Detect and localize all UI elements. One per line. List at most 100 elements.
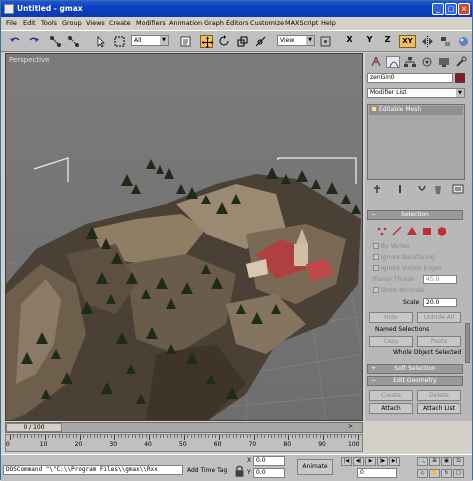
- time-slider-thumb[interactable]: 0 / 100: [6, 423, 62, 432]
- select-and-link-icon[interactable]: [49, 35, 62, 48]
- y-coord-field[interactable]: 0.0: [253, 468, 285, 478]
- restrict-x-button[interactable]: X: [343, 35, 356, 48]
- menu-help[interactable]: Help: [321, 19, 336, 27]
- display-tab-icon[interactable]: [437, 56, 451, 68]
- zoom-extents-icon[interactable]: ▣: [441, 457, 452, 466]
- menu-maxscript[interactable]: MAXScript: [285, 19, 318, 27]
- x-coord-field[interactable]: 0.0: [253, 456, 285, 466]
- viewport-label[interactable]: Perspective: [9, 56, 50, 64]
- ignore-visible-edges-checkbox[interactable]: Ignore Visible Edges: [373, 265, 442, 272]
- select-and-rotate-icon[interactable]: [218, 35, 231, 48]
- modify-tab-icon[interactable]: [386, 56, 400, 68]
- select-region-icon[interactable]: [113, 35, 126, 48]
- menu-animation[interactable]: Animation: [169, 19, 202, 27]
- select-and-scale-icon[interactable]: [236, 35, 249, 48]
- previous-frame-icon[interactable]: ◀|: [353, 457, 364, 466]
- face-level-icon[interactable]: [405, 225, 419, 237]
- select-and-move-icon[interactable]: [200, 35, 214, 49]
- planar-thresh-spinner[interactable]: 45.0: [423, 275, 457, 284]
- select-object-icon[interactable]: [95, 35, 108, 48]
- time-slider[interactable]: 0 / 100 >: [5, 422, 363, 433]
- hide-button[interactable]: Hide: [369, 312, 413, 323]
- object-name-field[interactable]: zenGin0: [367, 73, 453, 83]
- scale-spinner[interactable]: 20.0: [423, 298, 457, 307]
- pivot-center-icon[interactable]: [319, 35, 332, 48]
- maximize-button[interactable]: □: [445, 3, 457, 15]
- attach-button[interactable]: Attach: [369, 403, 413, 414]
- close-button[interactable]: ×: [458, 3, 470, 15]
- delete-button[interactable]: Delete: [417, 390, 461, 401]
- show-end-result-icon[interactable]: [393, 183, 407, 195]
- select-and-manipulate-icon[interactable]: [254, 35, 267, 48]
- polygon-level-icon[interactable]: [420, 225, 434, 237]
- vertex-level-icon[interactable]: [375, 225, 389, 237]
- make-unique-icon[interactable]: [415, 183, 429, 195]
- create-tab-icon[interactable]: [369, 56, 383, 68]
- menu-group[interactable]: Group: [62, 19, 82, 27]
- zoom-all-icon[interactable]: ⊞: [429, 457, 440, 466]
- track-bar[interactable]: 0 10 20 30 40 50 60 70 80 90 100: [5, 434, 363, 452]
- mirror-icon[interactable]: [421, 35, 434, 48]
- paste-button[interactable]: Paste: [417, 336, 461, 347]
- ignore-backfacing-checkbox[interactable]: Ignore Backfacing: [373, 254, 435, 261]
- next-frame-icon[interactable]: >: [348, 423, 353, 430]
- restrict-y-button[interactable]: Y: [363, 35, 376, 48]
- menu-edit[interactable]: Edit: [23, 19, 36, 27]
- go-to-start-icon[interactable]: |◀: [341, 457, 352, 466]
- add-time-tag-label[interactable]: Add Time Tag: [187, 467, 227, 474]
- hierarchy-tab-icon[interactable]: [403, 56, 417, 68]
- animate-button[interactable]: Animate: [297, 459, 333, 475]
- minimize-button[interactable]: _: [432, 3, 444, 15]
- lock-selection-icon[interactable]: [233, 465, 244, 477]
- by-vertex-checkbox[interactable]: By Vertex: [373, 243, 410, 250]
- field-of-view-icon[interactable]: ◇: [417, 469, 428, 478]
- show-normals-checkbox[interactable]: Show Normals: [373, 287, 424, 294]
- attach-list-button[interactable]: Attach List: [417, 403, 461, 414]
- unhide-all-button[interactable]: Unhide All: [417, 312, 461, 323]
- object-color-swatch[interactable]: [455, 73, 465, 83]
- menu-graph-editors[interactable]: Graph Editors: [204, 19, 249, 27]
- align-icon[interactable]: [439, 35, 452, 48]
- menu-customize[interactable]: Customize: [250, 19, 284, 27]
- go-to-end-icon[interactable]: ▶|: [389, 457, 400, 466]
- maxscript-listener-field[interactable]: DOSCommand "\"C:\\Program Files\\gmax\\R…: [3, 465, 183, 475]
- edge-level-icon[interactable]: [390, 225, 404, 237]
- pan-icon[interactable]: ✋: [429, 469, 440, 478]
- edit-geometry-rollout-header[interactable]: − Edit Geometry: [367, 376, 463, 386]
- current-frame-field[interactable]: 0: [357, 468, 397, 478]
- perspective-viewport[interactable]: Perspective: [5, 53, 363, 421]
- modifier-list-dropdown[interactable]: Modifier List ▼: [367, 88, 465, 98]
- zoom-icon[interactable]: 🔍: [417, 457, 428, 466]
- title-bar[interactable]: Untitled - gmax _ □ ×: [1, 1, 472, 17]
- material-editor-icon[interactable]: [457, 35, 470, 48]
- element-level-icon[interactable]: [435, 225, 449, 237]
- maximize-viewport-icon[interactable]: □: [453, 469, 464, 478]
- menu-views[interactable]: Views: [86, 19, 105, 27]
- restrict-xy-button[interactable]: XY: [399, 35, 416, 48]
- menu-modifiers[interactable]: Modifiers: [136, 19, 166, 27]
- select-by-name-icon[interactable]: [179, 35, 192, 48]
- pin-stack-icon[interactable]: [371, 183, 385, 195]
- utilities-tab-icon[interactable]: [454, 56, 468, 68]
- restrict-z-button[interactable]: Z: [381, 35, 394, 48]
- next-frame-button-icon[interactable]: |▶: [377, 457, 388, 466]
- arc-rotate-icon[interactable]: ↻: [441, 469, 452, 478]
- soft-selection-rollout-header[interactable]: + Soft Selection: [367, 364, 463, 374]
- configure-modifier-sets-icon[interactable]: [451, 183, 465, 195]
- panel-scrollbar[interactable]: [465, 323, 470, 363]
- zoom-extents-all-icon[interactable]: ⊡: [453, 457, 464, 466]
- remove-modifier-icon[interactable]: [431, 183, 445, 195]
- reference-coord-dropdown[interactable]: View ▼: [277, 35, 315, 46]
- play-icon[interactable]: ▶: [365, 457, 376, 466]
- stack-item-editable-mesh[interactable]: Editable Mesh: [369, 106, 463, 115]
- copy-button[interactable]: Copy: [369, 336, 413, 347]
- selection-filter-dropdown[interactable]: All ▼: [131, 35, 169, 46]
- unlink-selection-icon[interactable]: [67, 35, 80, 48]
- undo-icon[interactable]: [9, 35, 22, 48]
- menu-file[interactable]: File: [6, 19, 17, 27]
- menu-create[interactable]: Create: [109, 19, 131, 27]
- menu-tools[interactable]: Tools: [41, 19, 57, 27]
- redo-icon[interactable]: [27, 35, 40, 48]
- motion-tab-icon[interactable]: [420, 56, 434, 68]
- create-button[interactable]: Create: [369, 390, 413, 401]
